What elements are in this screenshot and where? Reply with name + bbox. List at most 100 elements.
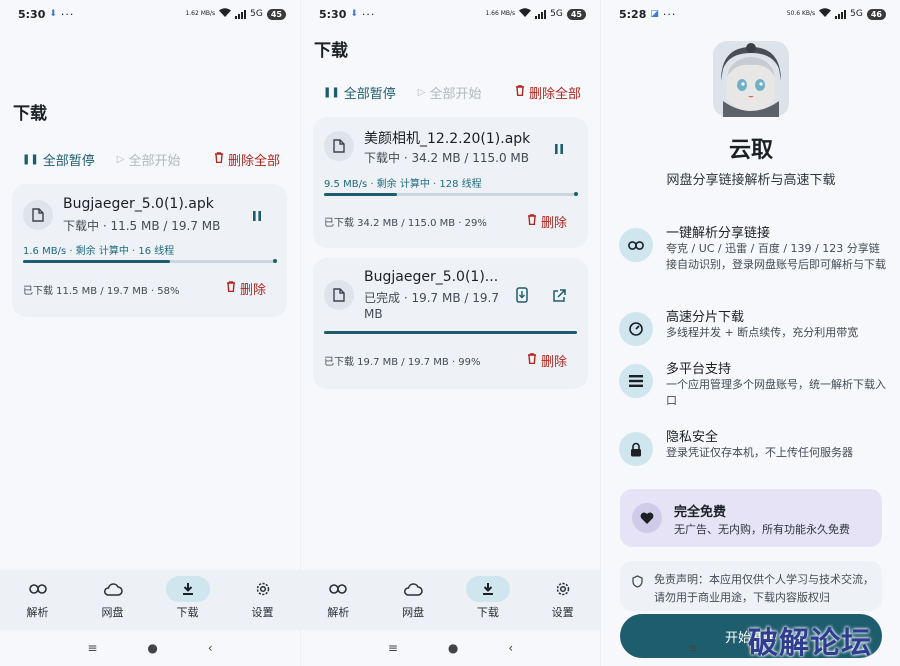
pause-button[interactable]	[252, 207, 262, 226]
trash-icon	[527, 214, 537, 229]
progress-bar	[324, 331, 577, 334]
menu-key-icon[interactable]: ≡	[87, 641, 97, 655]
start-all-label: 全部开始	[128, 154, 181, 169]
nav-item-settings[interactable]: 设置	[525, 570, 600, 630]
menu-key-icon[interactable]: ≡	[688, 641, 698, 655]
network-type: 5G	[550, 9, 563, 19]
play-icon: ▷	[116, 154, 125, 165]
trash-icon	[214, 152, 224, 167]
signal-icon	[535, 9, 547, 19]
download-icon	[165, 576, 210, 602]
install-button[interactable]	[516, 287, 528, 307]
pause-icon	[554, 140, 564, 159]
menu-key-icon[interactable]: ≡	[388, 641, 398, 655]
free-title: 完全免费	[674, 505, 727, 520]
screen-downloads-2: 5:30 ⬇ ··· 1.66 MB/s 5G 45 下载 ❚❚ 全部暂停 ▷ …	[300, 0, 600, 666]
free-card: 完全免费 无广告、无内购，所有功能永久免费	[620, 489, 882, 547]
nav-item-parse[interactable]: 解析	[301, 570, 376, 630]
more-notifications-icon: ···	[361, 7, 376, 21]
delete-button[interactable]: 删除	[226, 279, 266, 298]
open-external-icon	[552, 288, 566, 307]
nav-label: 下载	[176, 606, 199, 619]
nav-label: 解析	[327, 606, 350, 619]
status-time: 5:28	[619, 7, 647, 21]
download-footer: 已下载 34.2 MB / 115.0 MB · 29%	[324, 218, 487, 229]
download-card: Bugjaeger_5.0(1).apk 下载中 · 11.5 MB / 19.…	[12, 184, 287, 317]
trash-icon	[515, 85, 525, 100]
app-name: 云取	[728, 138, 773, 163]
disclaimer-text: 免责声明：本应用仅供个人学习与技术交流，请勿用于商业用途，下载内容版权归	[654, 573, 874, 604]
network-speed: 1.62 MB/s	[185, 10, 216, 17]
delete-button[interactable]: 删除	[527, 212, 567, 231]
watermark: 破解论坛	[748, 626, 872, 661]
nav-item-cloud[interactable]: 网盘	[75, 570, 150, 630]
delete-label: 删除	[240, 283, 267, 298]
bottom-nav: 解析 网盘 下载 设置	[0, 570, 300, 630]
app-subtitle: 网盘分享链接解析与高速下载	[666, 173, 836, 188]
delete-all-button[interactable]: 删除全部	[214, 150, 280, 169]
status-time: 5:30	[319, 7, 347, 21]
nav-label: 设置	[551, 606, 574, 619]
file-status: 下载中 · 11.5 MB / 19.7 MB	[63, 219, 221, 233]
pause-all-label: 全部暂停	[343, 87, 396, 102]
battery-level: 46	[866, 8, 886, 20]
status-bar: 5:30 ⬇ ··· 1.62 MB/s 5G 45	[0, 0, 300, 28]
download-meta: 1.6 MB/s · 剩余 计算中 · 16 线程	[23, 246, 175, 257]
nav-item-settings[interactable]: 设置	[225, 570, 300, 630]
pause-button[interactable]	[554, 140, 564, 159]
feature-desc: 多线程并发 + 断点续传，充分利用带宽	[666, 326, 859, 339]
system-nav-bar: ≡ ● ‹	[301, 630, 600, 666]
progress-bar	[23, 259, 277, 263]
nav-item-download[interactable]: 下载	[150, 570, 225, 630]
pause-icon: ❚❚	[323, 87, 340, 98]
trash-icon	[527, 353, 537, 368]
file-name: 美颜相机_12.2.20(1).apk	[364, 131, 531, 147]
more-notifications-icon: ···	[60, 7, 75, 21]
delete-all-label: 删除全部	[227, 154, 280, 169]
file-name: Bugjaeger_5.0(1).apk	[63, 196, 214, 212]
pause-all-button[interactable]: ❚❚ 全部暂停	[22, 150, 95, 169]
home-key-icon[interactable]: ●	[448, 641, 458, 655]
progress-fill	[324, 331, 577, 334]
list-icon	[619, 364, 653, 398]
nav-label: 下载	[476, 606, 499, 619]
pause-all-button[interactable]: ❚❚ 全部暂停	[323, 83, 396, 102]
nav-label: 解析	[26, 606, 49, 619]
network-type: 5G	[250, 9, 263, 19]
link-icon	[316, 576, 360, 602]
link-icon	[619, 228, 653, 262]
delete-label: 删除	[541, 216, 568, 231]
nav-item-parse[interactable]: 解析	[0, 570, 75, 630]
cloud-icon	[391, 576, 435, 602]
home-key-icon[interactable]: ●	[147, 641, 157, 655]
feature-desc: 登录凭证仅存本机，不上传任何服务器	[666, 446, 853, 459]
start-all-button[interactable]: ▷ 全部开始	[117, 150, 181, 169]
progress-end-dot	[273, 259, 277, 263]
nav-item-download[interactable]: 下载	[451, 570, 526, 630]
gear-icon	[541, 576, 585, 602]
download-card: Bugjaeger_5.0(1)... 已完成 · 19.7 MB / 19.7…	[313, 258, 588, 389]
network-type: 5G	[850, 9, 863, 19]
file-status: 下载中 · 34.2 MB / 115.0 MB	[364, 151, 529, 165]
signal-icon	[235, 9, 247, 19]
back-key-icon[interactable]: ‹	[208, 641, 213, 655]
delete-all-button[interactable]: 删除全部	[515, 83, 581, 102]
wifi-icon	[819, 8, 832, 20]
file-name: Bugjaeger_5.0(1)...	[364, 269, 499, 285]
install-icon	[516, 287, 528, 307]
open-button[interactable]	[552, 288, 566, 307]
download-card: 美颜相机_12.2.20(1).apk 下载中 · 34.2 MB / 115.…	[313, 117, 588, 248]
battery-level: 45	[266, 8, 286, 20]
nav-item-cloud[interactable]: 网盘	[376, 570, 451, 630]
pause-all-label: 全部暂停	[42, 154, 95, 169]
download-meta: 9.5 MB/s · 剩余 计算中 · 128 线程	[324, 179, 482, 190]
start-all-button[interactable]: ▷ 全部开始	[418, 83, 482, 102]
download-status-icon: ⬇	[350, 9, 358, 19]
progress-fill	[324, 193, 398, 196]
feature-title: 隐私安全	[666, 430, 719, 445]
back-key-icon[interactable]: ‹	[508, 641, 513, 655]
download-status-icon: ⬇	[49, 9, 57, 19]
feature-desc: 一个应用管理多个网盘账号，统一解析下载入口	[666, 378, 886, 407]
delete-button[interactable]: 删除	[527, 351, 567, 370]
feature-title: 高速分片下载	[666, 310, 745, 325]
